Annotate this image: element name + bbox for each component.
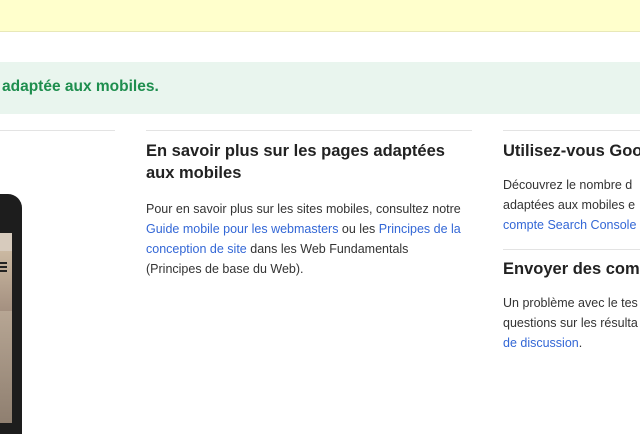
hamburger-menu-icon [0,262,7,274]
learn-more-paragraph: Pour en savoir plus sur les sites mobile… [146,199,466,279]
divider [503,249,640,250]
feedback-paragraph: Un problème avec le tes questions sur les… [503,293,640,353]
search-console-title: Utilisez-vous Goo [503,142,640,160]
text-segment: . [578,336,583,350]
search-console-paragraph: Découvrez le nombre d adaptées aux mobile… [503,175,640,235]
screen-photo-bottom [0,311,12,423]
search-console-section: Utilisez-vous Goo Découvrez le nombre d a… [503,140,640,235]
mobile-guide-link[interactable]: Guide mobile pour les webmasters [146,222,338,236]
learn-more-section: En savoir plus sur les pages adaptées au… [146,140,466,279]
feedback-section: Envoyer des com Un problème avec le tes q… [503,258,640,353]
search-console-link[interactable]: compte Search Console [503,218,636,232]
text-segment: Découvrez le nombre d [503,178,633,192]
text-segment: ou les [338,222,379,236]
notification-bar [0,0,640,32]
result-message: adaptée aux mobiles. [2,78,159,95]
text-segment: Pour en savoir plus sur les sites mobile… [146,202,461,216]
divider [146,130,472,131]
learn-more-title: En savoir plus sur les pages adaptées au… [146,142,445,182]
feedback-title: Envoyer des com [503,260,640,278]
screen-photo-top [0,251,12,311]
divider [503,130,640,131]
text-segment: questions sur les résulta [503,316,638,330]
discussion-link[interactable]: de discussion [503,336,579,350]
text-segment: adaptées aux mobiles e [503,198,636,212]
text-segment: Un problème avec le tes [503,296,638,310]
divider [0,130,115,131]
result-banner: adaptée aux mobiles. [0,62,640,114]
